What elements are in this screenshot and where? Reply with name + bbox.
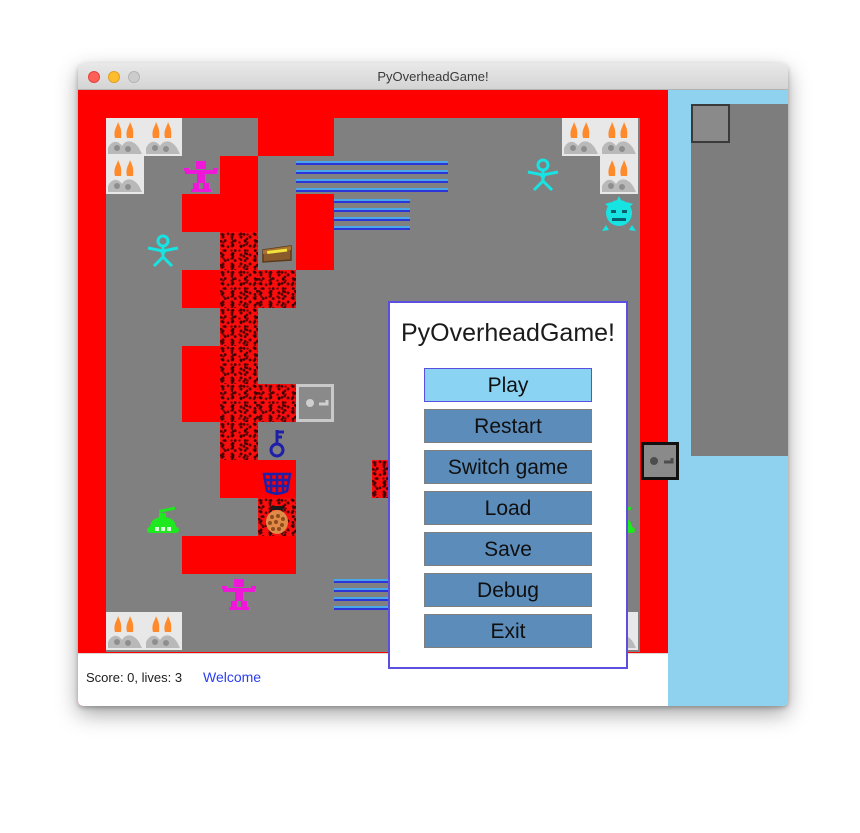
water-tile [372,194,410,232]
brick-wall-tile [220,384,258,422]
water-tile [372,156,410,194]
water-tile [334,574,372,612]
brick-wall-tile [220,232,258,270]
door-robot[interactable] [296,384,334,422]
dialog-button-debug[interactable]: Debug [424,573,592,607]
main-menu-dialog: PyOverheadGame! Play Restart Switch game Lo… [388,301,628,669]
chest-item[interactable] [258,232,296,270]
fire-tile [106,118,144,156]
wall-tile [296,118,334,156]
dialog-button-restart[interactable]: Restart [424,409,592,443]
fire-tile [600,118,638,156]
dialog-button-load[interactable]: Load [424,491,592,525]
wall-tile [182,536,220,574]
window-body: Score: 0, lives: 3 Welcome PyOverheadGam… [78,90,788,706]
dialog-title: PyOverheadGame! [401,319,615,347]
water-tile [296,156,334,194]
fire-tile [106,612,144,650]
dialog-button-exit[interactable]: Exit [424,614,592,648]
basket-item[interactable] [258,460,296,498]
wall-tile [182,194,220,232]
enemy-cyan-stick [144,232,182,270]
wall-tile [182,384,220,422]
window-title-bar[interactable]: PyOverheadGame! [78,63,788,90]
brick-wall-tile [220,422,258,460]
key-item[interactable] [258,422,296,460]
dialog-button-list: Play Restart Switch game Load Save Debug Exit [390,368,626,655]
enemy-cyan-blob [600,194,638,232]
fire-tile [562,118,600,156]
score-lives-text: Score: 0, lives: 3 [86,670,183,685]
brick-wall-tile [220,270,258,308]
dialog-button-switch-game[interactable]: Switch game [424,450,592,484]
enemy-green-tank [144,498,182,536]
status-message: Welcome [203,669,262,685]
dialog-button-play[interactable]: Play [424,368,592,402]
outer-gray-panel [691,104,788,456]
fire-tile [144,118,182,156]
wall-tile [296,194,334,232]
screenshot-root: PyOverheadGame! Score: 0, lives: 3 Welco… [0,0,860,833]
wall-tile [220,460,258,498]
wall-tile [220,536,258,574]
water-tile [334,194,372,232]
player-magenta [182,156,220,194]
water-tile [410,156,448,194]
player-magenta [220,574,258,612]
fire-tile [144,612,182,650]
dialog-button-save[interactable]: Save [424,532,592,566]
fire-tile [600,156,638,194]
brick-wall-tile [220,308,258,346]
brick-wall-tile [258,270,296,308]
fire-tile [106,156,144,194]
wall-tile [296,232,334,270]
brick-wall-tile [258,384,296,422]
enemy-cyan-stick [524,156,562,194]
app-window: PyOverheadGame! Score: 0, lives: 3 Welco… [78,63,788,706]
jar-item[interactable] [258,498,296,536]
water-tile [334,156,372,194]
wall-tile [182,270,220,308]
wall-tile [258,536,296,574]
brick-wall-tile [220,346,258,384]
outer-gray-box [691,104,730,143]
wall-tile [220,156,258,194]
door-robot-outer-right[interactable] [641,442,679,480]
window-title: PyOverheadGame! [377,69,489,84]
wall-tile [182,346,220,384]
wall-tile [220,194,258,232]
wall-tile [258,118,296,156]
